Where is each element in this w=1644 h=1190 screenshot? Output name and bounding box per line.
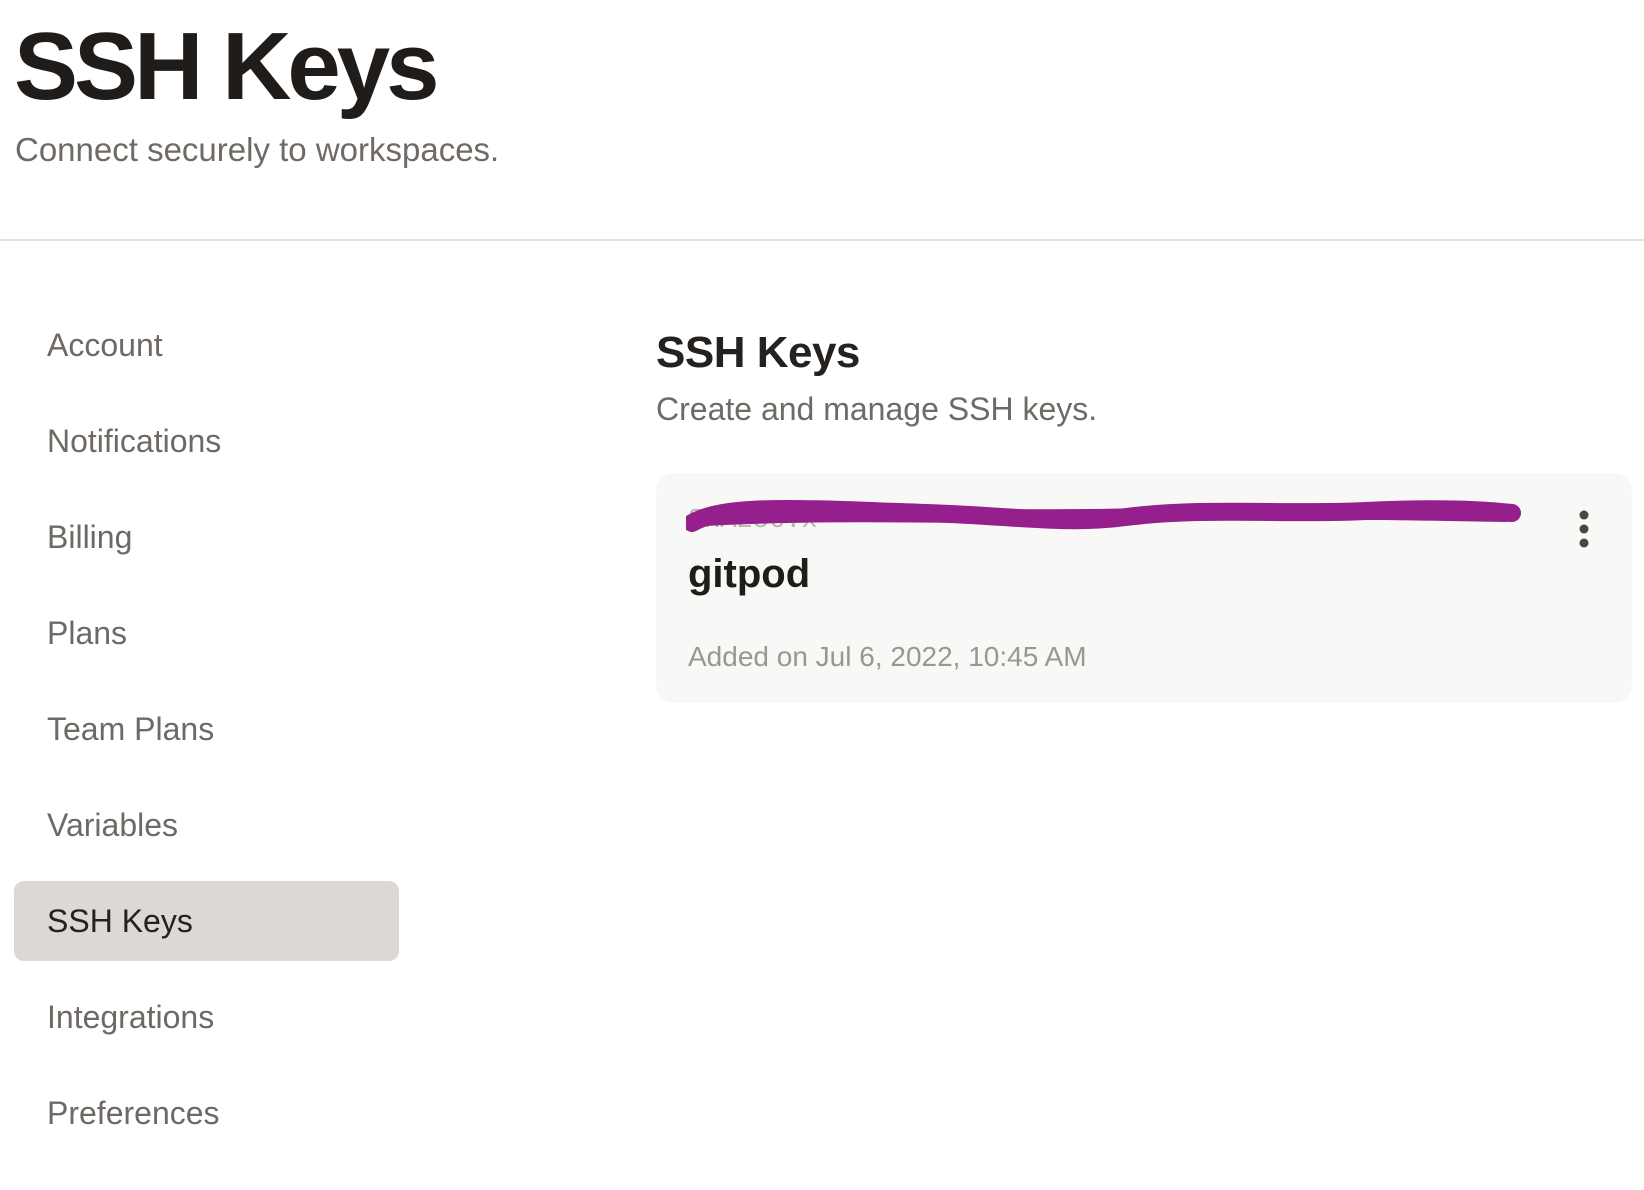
sidebar-item-team-plans[interactable]: Team Plans	[14, 689, 399, 769]
section-title: SSH Keys	[656, 328, 860, 377]
settings-sidebar: Account Notifications Billing Plans Team…	[14, 305, 399, 1169]
redaction-scribble	[686, 499, 1521, 532]
key-added-date: Added on Jul 6, 2022, 10:45 AM	[688, 641, 1087, 672]
sidebar-item-label: Plans	[47, 615, 128, 651]
more-vertical-icon	[1579, 510, 1589, 548]
page-header: SSH Keys Connect securely to workspaces.	[0, 0, 1644, 241]
sidebar-item-ssh-keys[interactable]: SSH Keys	[14, 881, 399, 961]
sidebar-item-label: SSH Keys	[47, 903, 193, 939]
key-name: gitpod	[688, 552, 811, 596]
section-subtitle: Create and manage SSH keys.	[656, 391, 1098, 427]
sidebar-item-label: Integrations	[47, 999, 215, 1035]
sidebar-item-label: Preferences	[47, 1095, 220, 1131]
sidebar-item-label: Account	[47, 327, 163, 363]
sidebar-item-billing[interactable]: Billing	[14, 497, 399, 577]
sidebar-item-account[interactable]: Account	[14, 305, 399, 385]
sidebar-item-label: Billing	[47, 519, 133, 555]
sidebar-item-plans[interactable]: Plans	[14, 593, 399, 673]
key-menu-button[interactable]	[1564, 503, 1604, 553]
sidebar-item-notifications[interactable]: Notifications	[14, 401, 399, 481]
sidebar-item-preferences[interactable]: Preferences	[14, 1073, 399, 1153]
page-title: SSH Keys	[14, 13, 440, 120]
ssh-keys-section: SSH Keys Create and manage SSH keys. SHA…	[656, 325, 1632, 703]
sidebar-item-label: Team Plans	[47, 711, 215, 747]
sidebar-item-label: Notifications	[47, 423, 222, 459]
ssh-key-card: SHA256:x gitpod Added on Jul 6, 2022, 10…	[656, 473, 1632, 703]
sidebar-item-label: Variables	[47, 807, 179, 843]
sidebar-item-variables[interactable]: Variables	[14, 785, 399, 865]
sidebar-item-integrations[interactable]: Integrations	[14, 977, 399, 1057]
page-subtitle: Connect securely to workspaces.	[15, 131, 500, 168]
